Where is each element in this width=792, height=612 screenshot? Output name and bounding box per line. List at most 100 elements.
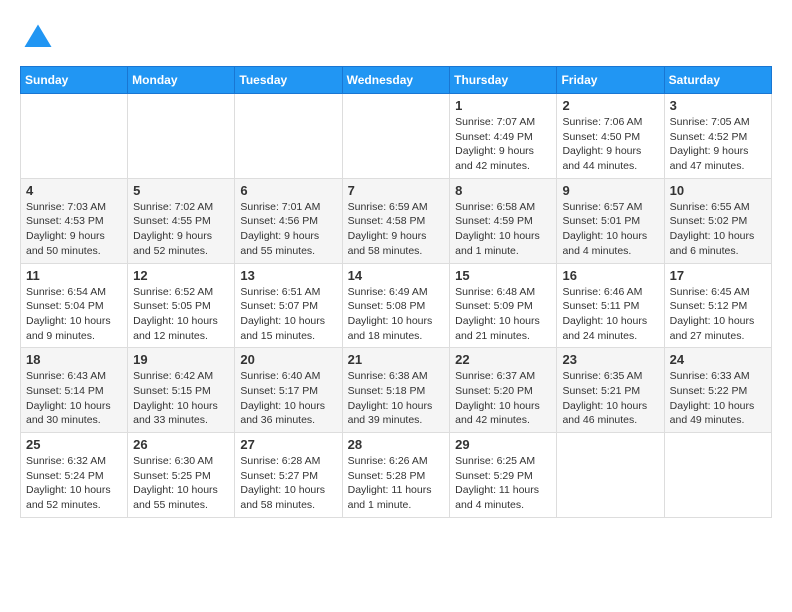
day-number: 19 bbox=[133, 352, 229, 367]
calendar-cell: 8Sunrise: 6:58 AM Sunset: 4:59 PM Daylig… bbox=[450, 178, 557, 263]
day-info: Sunrise: 6:59 AM Sunset: 4:58 PM Dayligh… bbox=[348, 200, 445, 259]
calendar-header-row: SundayMondayTuesdayWednesdayThursdayFrid… bbox=[21, 67, 772, 94]
calendar-cell bbox=[342, 94, 450, 179]
day-info: Sunrise: 6:58 AM Sunset: 4:59 PM Dayligh… bbox=[455, 200, 551, 259]
day-info: Sunrise: 6:55 AM Sunset: 5:02 PM Dayligh… bbox=[670, 200, 766, 259]
calendar-week-row: 11 Sunrise: 6:54 AM Sunset: 5:04 PM Dayli… bbox=[21, 263, 772, 348]
calendar-week-row: 18 Sunrise: 6:43 AM Sunset: 5:14 PM Dayli… bbox=[21, 348, 772, 433]
calendar-week-row: 1 Sunrise: 7:07 AM Sunset: 4:49 PM Daylig… bbox=[21, 94, 772, 179]
day-info: Sunrise: 6:52 AM Sunset: 5:05 PM Dayligh… bbox=[133, 285, 229, 344]
calendar-cell bbox=[664, 433, 771, 518]
calendar-cell bbox=[235, 94, 342, 179]
day-info: Sunrise: 6:49 AM Sunset: 5:08 PM Dayligh… bbox=[348, 285, 445, 344]
day-number: 20 bbox=[240, 352, 336, 367]
calendar-cell: 19 Sunrise: 6:42 AM Sunset: 5:15 PM Dayli… bbox=[128, 348, 235, 433]
calendar-cell: 28Sunrise: 6:26 AM Sunset: 5:28 PM Dayli… bbox=[342, 433, 450, 518]
day-number: 9 bbox=[562, 183, 658, 198]
day-number: 14 bbox=[348, 268, 445, 283]
day-number: 26 bbox=[133, 437, 229, 452]
day-info: Sunrise: 6:33 AM Sunset: 5:22 PM Dayligh… bbox=[670, 369, 766, 428]
day-number: 24 bbox=[670, 352, 766, 367]
calendar-cell: 16 Sunrise: 6:46 AM Sunset: 5:11 PM Dayli… bbox=[557, 263, 664, 348]
day-info: Sunrise: 6:40 AM Sunset: 5:17 PM Dayligh… bbox=[240, 369, 336, 428]
day-info: Sunrise: 7:02 AM Sunset: 4:55 PM Dayligh… bbox=[133, 200, 229, 259]
day-info: Sunrise: 6:28 AM Sunset: 5:27 PM Dayligh… bbox=[240, 454, 336, 513]
day-info: Sunrise: 7:03 AM Sunset: 4:53 PM Dayligh… bbox=[26, 200, 122, 259]
calendar-cell: 22 Sunrise: 6:37 AM Sunset: 5:20 PM Dayli… bbox=[450, 348, 557, 433]
logo bbox=[20, 20, 60, 56]
day-number: 3 bbox=[670, 98, 766, 113]
calendar-cell: 5 Sunrise: 7:02 AM Sunset: 4:55 PM Daylig… bbox=[128, 178, 235, 263]
calendar-cell: 11 Sunrise: 6:54 AM Sunset: 5:04 PM Dayli… bbox=[21, 263, 128, 348]
day-number: 1 bbox=[455, 98, 551, 113]
day-number: 17 bbox=[670, 268, 766, 283]
calendar-cell: 14 Sunrise: 6:49 AM Sunset: 5:08 PM Dayli… bbox=[342, 263, 450, 348]
day-number: 28 bbox=[348, 437, 445, 452]
day-number: 27 bbox=[240, 437, 336, 452]
calendar-cell: 7 Sunrise: 6:59 AM Sunset: 4:58 PM Daylig… bbox=[342, 178, 450, 263]
calendar-table: SundayMondayTuesdayWednesdayThursdayFrid… bbox=[20, 66, 772, 518]
day-info: Sunrise: 7:01 AM Sunset: 4:56 PM Dayligh… bbox=[240, 200, 336, 259]
column-header-tuesday: Tuesday bbox=[235, 67, 342, 94]
day-number: 2 bbox=[562, 98, 658, 113]
calendar-cell: 9 Sunrise: 6:57 AM Sunset: 5:01 PM Daylig… bbox=[557, 178, 664, 263]
day-info: Sunrise: 6:57 AM Sunset: 5:01 PM Dayligh… bbox=[562, 200, 658, 259]
day-number: 25 bbox=[26, 437, 122, 452]
calendar-cell: 12 Sunrise: 6:52 AM Sunset: 5:05 PM Dayli… bbox=[128, 263, 235, 348]
day-number: 23 bbox=[562, 352, 658, 367]
day-number: 15 bbox=[455, 268, 551, 283]
column-header-friday: Friday bbox=[557, 67, 664, 94]
day-number: 5 bbox=[133, 183, 229, 198]
column-header-wednesday: Wednesday bbox=[342, 67, 450, 94]
calendar-cell: 4 Sunrise: 7:03 AM Sunset: 4:53 PM Daylig… bbox=[21, 178, 128, 263]
day-info: Sunrise: 6:45 AM Sunset: 5:12 PM Dayligh… bbox=[670, 285, 766, 344]
day-number: 11 bbox=[26, 268, 122, 283]
column-header-saturday: Saturday bbox=[664, 67, 771, 94]
day-number: 12 bbox=[133, 268, 229, 283]
calendar-cell: 23 Sunrise: 6:35 AM Sunset: 5:21 PM Dayli… bbox=[557, 348, 664, 433]
day-info: Sunrise: 7:07 AM Sunset: 4:49 PM Dayligh… bbox=[455, 115, 551, 174]
calendar-cell: 24 Sunrise: 6:33 AM Sunset: 5:22 PM Dayli… bbox=[664, 348, 771, 433]
calendar-cell: 17 Sunrise: 6:45 AM Sunset: 5:12 PM Dayli… bbox=[664, 263, 771, 348]
day-number: 29 bbox=[455, 437, 551, 452]
day-info: Sunrise: 6:35 AM Sunset: 5:21 PM Dayligh… bbox=[562, 369, 658, 428]
calendar-cell: 2 Sunrise: 7:06 AM Sunset: 4:50 PM Daylig… bbox=[557, 94, 664, 179]
day-info: Sunrise: 6:51 AM Sunset: 5:07 PM Dayligh… bbox=[240, 285, 336, 344]
column-header-monday: Monday bbox=[128, 67, 235, 94]
day-info: Sunrise: 7:05 AM Sunset: 4:52 PM Dayligh… bbox=[670, 115, 766, 174]
day-number: 6 bbox=[240, 183, 336, 198]
calendar-cell: 20 Sunrise: 6:40 AM Sunset: 5:17 PM Dayli… bbox=[235, 348, 342, 433]
day-number: 16 bbox=[562, 268, 658, 283]
calendar-week-row: 4 Sunrise: 7:03 AM Sunset: 4:53 PM Daylig… bbox=[21, 178, 772, 263]
day-info: Sunrise: 6:43 AM Sunset: 5:14 PM Dayligh… bbox=[26, 369, 122, 428]
day-info: Sunrise: 6:46 AM Sunset: 5:11 PM Dayligh… bbox=[562, 285, 658, 344]
calendar-cell: 18 Sunrise: 6:43 AM Sunset: 5:14 PM Dayli… bbox=[21, 348, 128, 433]
day-info: Sunrise: 6:42 AM Sunset: 5:15 PM Dayligh… bbox=[133, 369, 229, 428]
calendar-cell: 29Sunrise: 6:25 AM Sunset: 5:29 PM Dayli… bbox=[450, 433, 557, 518]
calendar-cell: 13 Sunrise: 6:51 AM Sunset: 5:07 PM Dayli… bbox=[235, 263, 342, 348]
column-header-sunday: Sunday bbox=[21, 67, 128, 94]
day-info: Sunrise: 6:30 AM Sunset: 5:25 PM Dayligh… bbox=[133, 454, 229, 513]
logo-icon bbox=[20, 20, 56, 56]
page-header bbox=[20, 20, 772, 56]
calendar-cell bbox=[21, 94, 128, 179]
day-info: Sunrise: 6:32 AM Sunset: 5:24 PM Dayligh… bbox=[26, 454, 122, 513]
day-info: Sunrise: 6:54 AM Sunset: 5:04 PM Dayligh… bbox=[26, 285, 122, 344]
day-info: Sunrise: 6:38 AM Sunset: 5:18 PM Dayligh… bbox=[348, 369, 445, 428]
day-number: 21 bbox=[348, 352, 445, 367]
day-number: 7 bbox=[348, 183, 445, 198]
day-number: 18 bbox=[26, 352, 122, 367]
calendar-cell bbox=[557, 433, 664, 518]
calendar-cell: 27 Sunrise: 6:28 AM Sunset: 5:27 PM Dayli… bbox=[235, 433, 342, 518]
calendar-cell bbox=[128, 94, 235, 179]
calendar-cell: 21 Sunrise: 6:38 AM Sunset: 5:18 PM Dayli… bbox=[342, 348, 450, 433]
day-info: Sunrise: 6:37 AM Sunset: 5:20 PM Dayligh… bbox=[455, 369, 551, 428]
day-number: 4 bbox=[26, 183, 122, 198]
day-number: 22 bbox=[455, 352, 551, 367]
calendar-cell: 1 Sunrise: 7:07 AM Sunset: 4:49 PM Daylig… bbox=[450, 94, 557, 179]
calendar-cell: 15Sunrise: 6:48 AM Sunset: 5:09 PM Dayli… bbox=[450, 263, 557, 348]
calendar-cell: 10Sunrise: 6:55 AM Sunset: 5:02 PM Dayli… bbox=[664, 178, 771, 263]
day-info: Sunrise: 7:06 AM Sunset: 4:50 PM Dayligh… bbox=[562, 115, 658, 174]
day-number: 13 bbox=[240, 268, 336, 283]
calendar-week-row: 25 Sunrise: 6:32 AM Sunset: 5:24 PM Dayli… bbox=[21, 433, 772, 518]
